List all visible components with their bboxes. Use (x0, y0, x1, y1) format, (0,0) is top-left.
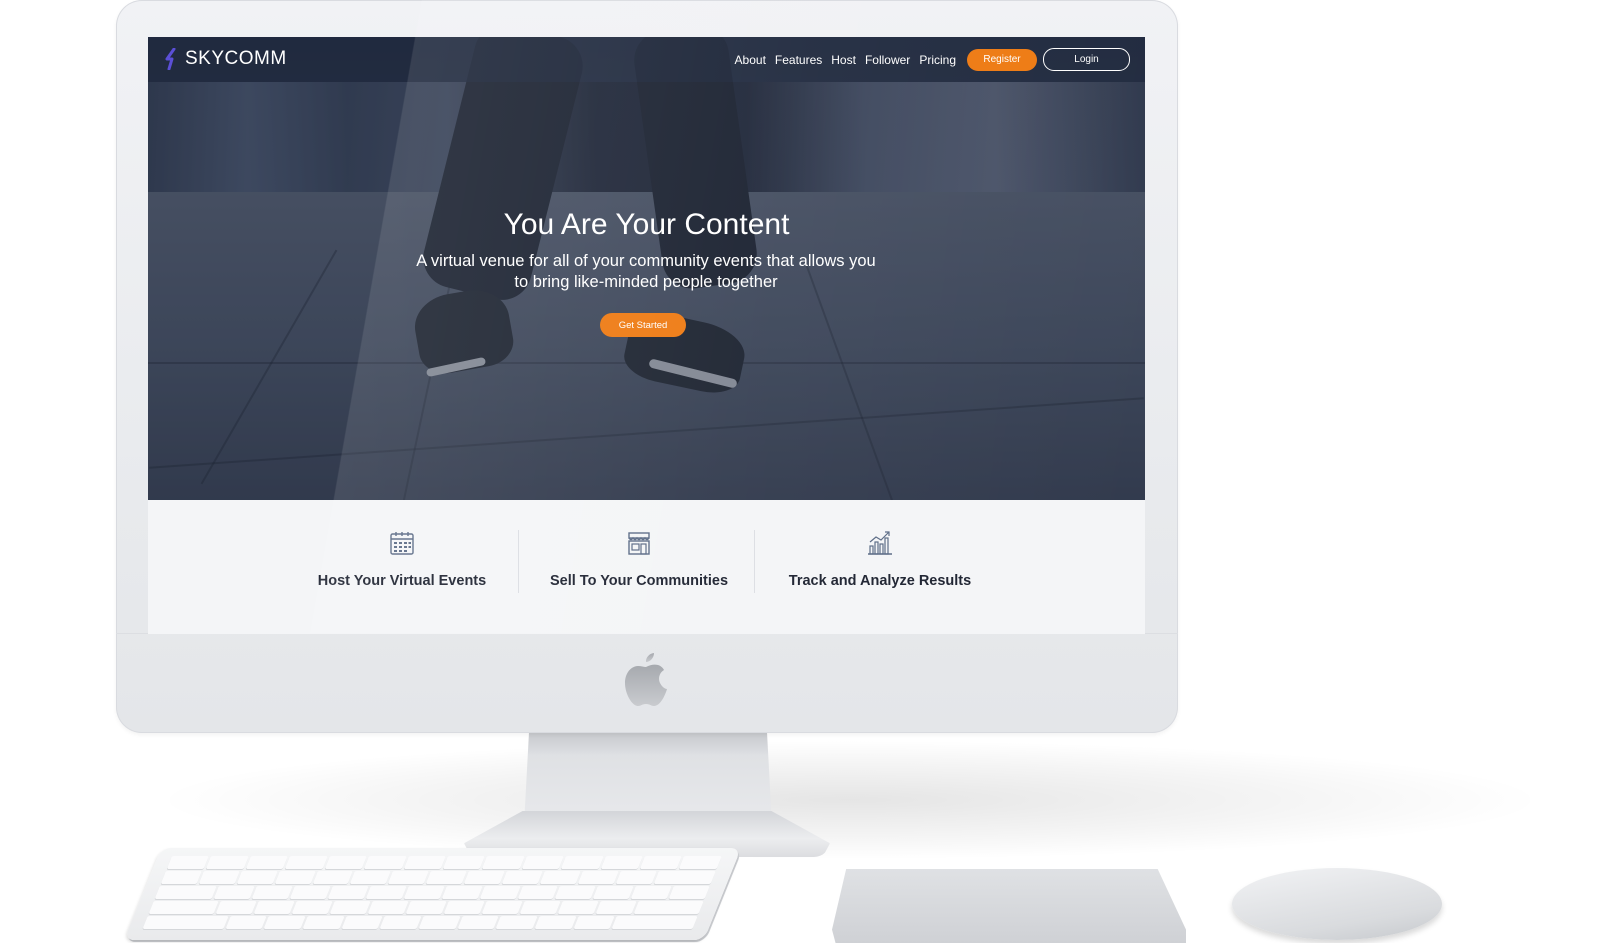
feature-sell-communities: Sell To Your Communities (549, 530, 729, 589)
nav-link-about[interactable]: About (735, 53, 766, 67)
hero-subtitle: A virtual venue for all of your communit… (416, 252, 876, 291)
nav-link-follower[interactable]: Follower (865, 53, 910, 67)
keyboard-keys (142, 856, 724, 930)
storefront-icon (628, 532, 650, 555)
nav-link-host[interactable]: Host (831, 53, 856, 67)
brand-logo[interactable]: SKYCOMM (162, 47, 287, 71)
magic-mouse (1232, 868, 1442, 940)
top-navbar: SKYCOMM About Features Host Follower Pri… (148, 37, 1145, 82)
feature-label: Host Your Virtual Events (317, 573, 487, 589)
nav-link-pricing[interactable]: Pricing (919, 53, 956, 67)
trackpad (832, 869, 1186, 943)
login-button[interactable]: Login (1043, 48, 1130, 71)
calendar-icon (390, 532, 414, 555)
get-started-button[interactable]: Get Started (600, 313, 686, 337)
apple-logo-icon (625, 653, 667, 706)
hero-section: SKYCOMM About Features Host Follower Pri… (148, 37, 1145, 500)
desk-shadow (150, 740, 1550, 860)
features-row: Host Your Virtual Events Sell To Your Co… (318, 530, 1020, 600)
feature-label: Sell To Your Communities (549, 573, 729, 589)
bar-chart-icon (868, 531, 892, 555)
feature-label: Track and Analyze Results (788, 573, 972, 589)
brand-logo-mark-icon (165, 48, 176, 70)
register-button[interactable]: Register (967, 48, 1037, 71)
feature-host-events: Host Your Virtual Events (317, 530, 487, 589)
feature-divider (754, 530, 755, 593)
feature-track-results: Track and Analyze Results (780, 530, 980, 589)
feature-divider (518, 530, 519, 593)
brand-name: SKYCOMM (185, 48, 287, 69)
keyboard (124, 848, 742, 940)
imac-screen: SKYCOMM About Features Host Follower Pri… (148, 37, 1145, 634)
hero-title: You Are Your Content (503, 208, 790, 241)
nav-links: About Features Host Follower Pricing Reg… (735, 48, 1145, 71)
nav-link-features[interactable]: Features (775, 53, 822, 67)
